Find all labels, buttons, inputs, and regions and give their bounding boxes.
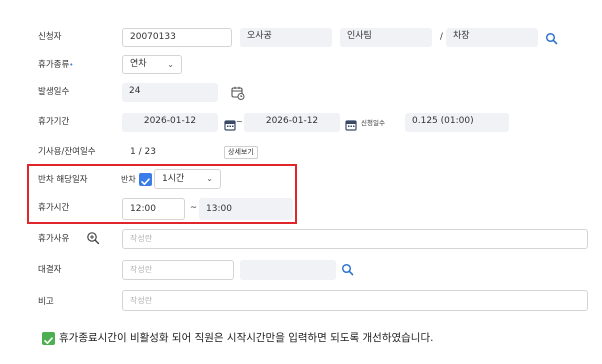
- end-date-field[interactable]: 2026-01-12: [244, 113, 340, 132]
- leave-type-value: 연차: [130, 59, 147, 69]
- start-calendar-icon[interactable]: [224, 116, 236, 131]
- employee-search-icon[interactable]: [545, 31, 559, 45]
- days-generated-label: 발생일수: [38, 87, 70, 97]
- proxy-label: 대결자: [38, 265, 62, 275]
- job-title-field: 차장: [446, 28, 538, 47]
- used-remaining-label: 기사용/잔여일수: [38, 147, 96, 157]
- calendar-clock-icon[interactable]: [231, 85, 245, 100]
- leave-period-label: 휴가기간: [38, 117, 70, 127]
- days-generated-field: 24: [122, 83, 218, 102]
- end-time-field: 13:00: [199, 198, 293, 220]
- used-remaining-value: 1 / 23: [130, 147, 156, 157]
- employee-name-field: 오사공: [240, 28, 332, 47]
- half-day-check-label: 반차: [121, 175, 136, 184]
- improvement-note: 휴가종료시간이 비활성화 되어 직원은 시작시간만을 입력하면 되도록 개선하였…: [59, 332, 434, 344]
- end-calendar-icon[interactable]: [345, 116, 357, 131]
- zoom-search-icon[interactable]: [86, 230, 100, 245]
- check-mark-icon: [42, 332, 55, 345]
- employee-id-field[interactable]: 20070133: [122, 28, 232, 47]
- proxy-input[interactable]: 작성란: [122, 260, 234, 280]
- leave-time-label: 휴가시간: [38, 203, 70, 213]
- leave-type-label: 휴가종류•: [38, 59, 73, 71]
- hours-value: 1시간: [162, 174, 185, 184]
- proxy-name-field: [240, 260, 336, 280]
- time-dash: ~: [190, 203, 198, 213]
- request-days-label: 신청일수: [361, 119, 385, 127]
- chevron-down-icon: ⌄: [206, 174, 213, 183]
- hours-select[interactable]: 1시간 ⌄: [154, 169, 221, 189]
- reason-input[interactable]: 작성란: [122, 229, 588, 249]
- leave-type-select[interactable]: 연차 ⌄: [122, 55, 182, 74]
- detail-view-button[interactable]: 상세보기: [224, 146, 258, 159]
- proxy-search-icon[interactable]: [341, 262, 355, 276]
- required-mark: •: [69, 61, 74, 69]
- reason-label: 휴가사유: [38, 234, 70, 244]
- start-time-input[interactable]: 12:00: [122, 198, 185, 220]
- remark-label: 비고: [38, 297, 54, 307]
- start-date-field[interactable]: 2026-01-12: [122, 113, 218, 132]
- half-day-label: 반차 해당일자: [38, 175, 88, 185]
- period-dash: ~: [236, 117, 243, 126]
- remark-input[interactable]: 작성란: [122, 290, 588, 311]
- chevron-down-icon: ⌄: [167, 60, 174, 69]
- department-field: 인사팀: [340, 28, 432, 47]
- title-separator: /: [440, 32, 443, 42]
- leave-type-label-text: 휴가종류: [38, 60, 70, 70]
- applicant-label: 신청자: [38, 32, 62, 42]
- half-day-checkbox[interactable]: [139, 173, 152, 186]
- request-days-field: 0.125 (01:00): [405, 113, 509, 132]
